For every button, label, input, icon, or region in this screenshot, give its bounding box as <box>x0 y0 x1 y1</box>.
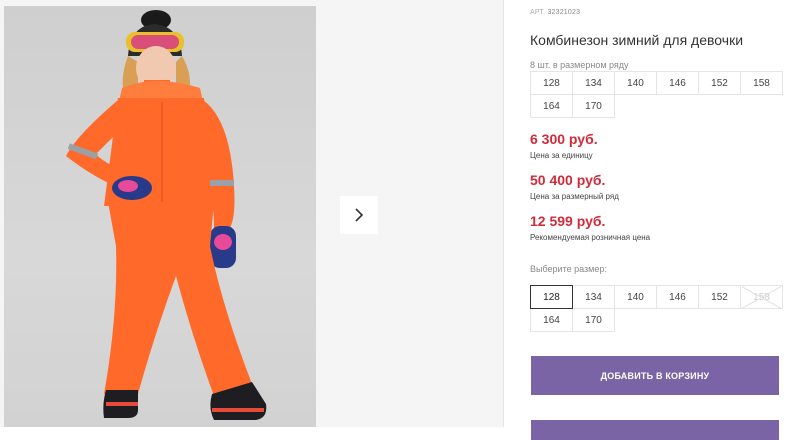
size-run-price-note: Цена за размерный ряд <box>530 192 619 201</box>
size-option-128[interactable]: 128 <box>530 285 573 309</box>
choose-size-label: Выберите размер: <box>530 264 607 274</box>
size-option-170[interactable]: 170 <box>572 308 615 332</box>
unit-price-note: Цена за единицу <box>530 151 593 160</box>
size-run-cell: 158 <box>740 71 783 95</box>
size-option-152[interactable]: 152 <box>698 285 741 309</box>
article-number: АРТ. 32321023 <box>530 9 580 16</box>
product-photo-illustration <box>66 10 267 420</box>
size-option-146[interactable]: 146 <box>656 285 699 309</box>
size-run-cell: 140 <box>614 71 657 95</box>
size-option-134[interactable]: 134 <box>572 285 615 309</box>
size-run-cell: 170 <box>572 94 615 118</box>
size-option-140[interactable]: 140 <box>614 285 657 309</box>
size-option-164[interactable]: 164 <box>530 308 573 332</box>
article-value: 32321023 <box>547 9 581 16</box>
next-image-button[interactable] <box>340 196 378 234</box>
secondary-action-button[interactable] <box>531 420 779 440</box>
panel-divider <box>503 0 504 427</box>
retail-price: 12 599 руб. <box>530 213 606 229</box>
product-gallery <box>0 0 503 427</box>
size-run-cell: 146 <box>656 71 699 95</box>
retail-price-note: Рекомендуемая розничная цена <box>530 233 651 242</box>
add-to-cart-button[interactable]: ДОБАВИТЬ В КОРЗИНУ <box>531 356 779 395</box>
unit-price: 6 300 руб. <box>530 131 598 147</box>
size-run-cell: 128 <box>530 71 573 95</box>
size-run-label: 8 шт. в размерном ряду <box>530 60 629 70</box>
size-selector: 128 134 140 146 152 158 164 170 <box>530 285 783 332</box>
size-run-grid: 128 134 140 146 152 158 164 170 <box>530 71 783 118</box>
size-run-cell: 134 <box>572 71 615 95</box>
size-run-price: 50 400 руб. <box>530 172 606 188</box>
article-label: АРТ. <box>530 9 546 16</box>
product-title: Комбинезон зимний для девочки <box>530 32 744 48</box>
size-option-158-unavailable: 158 <box>740 285 783 309</box>
size-run-cell: 164 <box>530 94 573 118</box>
chevron-right-icon <box>355 208 364 222</box>
size-run-cell: 152 <box>698 71 741 95</box>
product-photo[interactable] <box>4 6 316 427</box>
